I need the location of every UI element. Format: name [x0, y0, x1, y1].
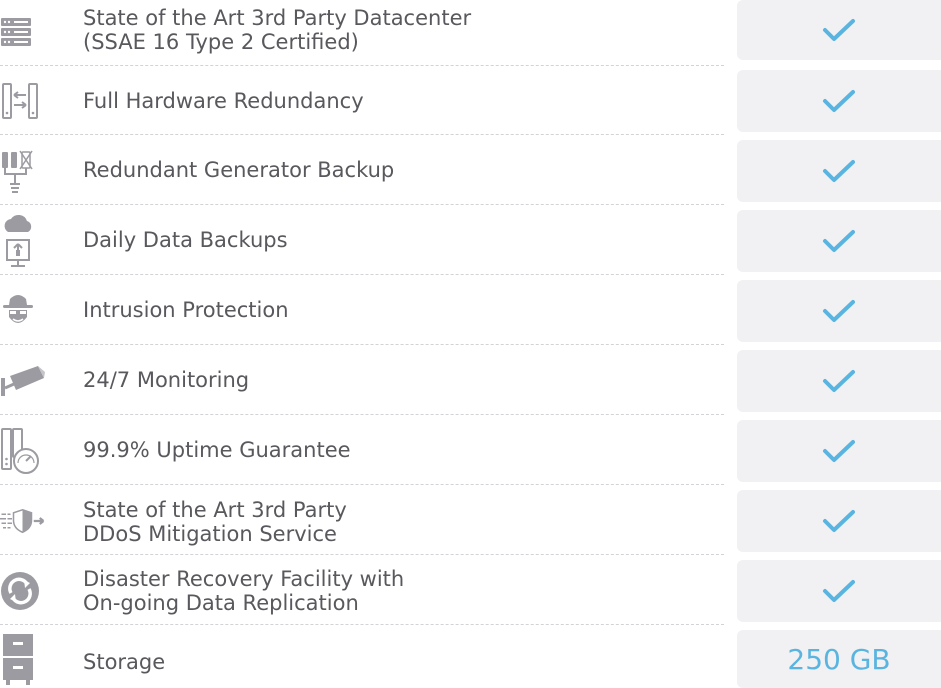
row-divider: [0, 414, 724, 415]
feature-row: 99.9% Uptime Guarantee: [0, 420, 941, 485]
feature-label: Redundant Generator Backup: [83, 146, 713, 194]
recovery-sync-icon: [0, 568, 48, 614]
value-cell: 250 GB: [737, 630, 941, 688]
row-divider: [0, 134, 724, 135]
feature-label-line1: State of the Art 3rd Party Datacenter: [83, 6, 472, 30]
feature-label: Storage: [83, 636, 713, 688]
security-camera-icon: [0, 361, 48, 401]
feature-label-line1: Full Hardware Redundancy: [83, 89, 364, 113]
feature-row: 24/7 Monitoring: [0, 350, 941, 415]
row-divider: [0, 274, 724, 275]
checkmark-icon: [822, 17, 856, 43]
feature-label-line1: Redundant Generator Backup: [83, 158, 395, 182]
checkmark-icon: [822, 298, 856, 324]
checkmark-icon: [822, 368, 856, 394]
feature-row: State of the Art 3rd Party Datacenter (S…: [0, 0, 941, 66]
value-cell: [737, 210, 941, 272]
checkmark-icon: [822, 438, 856, 464]
feature-label: Disaster Recovery Facility with On-going…: [83, 565, 713, 617]
feature-label: Full Hardware Redundancy: [83, 77, 713, 125]
cloud-upload-icon: [0, 210, 48, 272]
feature-label: Intrusion Protection: [83, 286, 713, 334]
feature-label-line1: State of the Art 3rd Party: [83, 498, 347, 522]
feature-row: Storage 250 GB: [0, 630, 941, 688]
feature-row: State of the Art 3rd Party DDoS Mitigati…: [0, 490, 941, 555]
feature-label: 99.9% Uptime Guarantee: [83, 426, 713, 474]
checkmark-icon: [822, 508, 856, 534]
feature-label-line1: 24/7 Monitoring: [83, 368, 250, 392]
feature-list: State of the Art 3rd Party Datacenter (S…: [0, 0, 941, 688]
feature-label: State of the Art 3rd Party Datacenter (S…: [83, 4, 713, 56]
row-divider: [0, 484, 724, 485]
feature-label: Daily Data Backups: [83, 216, 713, 264]
value-cell: [737, 0, 941, 60]
generator-icon: [0, 150, 48, 194]
value-cell: [737, 420, 941, 482]
checkmark-icon: [822, 158, 856, 184]
ddos-shield-icon: [0, 501, 48, 541]
row-divider: [0, 554, 724, 555]
checkmark-icon: [822, 88, 856, 114]
redundant-servers-icon: [0, 81, 48, 121]
uptime-gauge-icon: [0, 426, 48, 476]
feature-row: Disaster Recovery Facility with On-going…: [0, 560, 941, 625]
feature-label-line1: Storage: [83, 650, 166, 674]
feature-label-line1: Daily Data Backups: [83, 228, 288, 252]
storage-cabinet-icon: [0, 632, 48, 686]
checkmark-icon: [822, 228, 856, 254]
feature-label-line1: Disaster Recovery Facility with: [83, 567, 405, 591]
value-cell: [737, 70, 941, 132]
feature-label: 24/7 Monitoring: [83, 356, 713, 404]
feature-label-line1: 99.9% Uptime Guarantee: [83, 438, 351, 462]
feature-label-line2: (SSAE 16 Type 2 Certified): [83, 30, 359, 54]
value-cell: [737, 280, 941, 342]
feature-row: Daily Data Backups: [0, 210, 941, 275]
feature-label-line2: DDoS Mitigation Service: [83, 522, 337, 546]
intruder-icon: [0, 291, 48, 331]
feature-row: Redundant Generator Backup: [0, 140, 941, 205]
feature-row: Intrusion Protection: [0, 280, 941, 345]
server-rack-icon: [0, 12, 48, 52]
feature-label-line2: On-going Data Replication: [83, 591, 359, 615]
value-cell: [737, 490, 941, 552]
feature-label-line1: Intrusion Protection: [83, 298, 289, 322]
feature-label: State of the Art 3rd Party DDoS Mitigati…: [83, 496, 713, 548]
row-divider: [0, 65, 724, 66]
storage-value: 250 GB: [787, 642, 891, 676]
row-divider: [0, 204, 724, 205]
row-divider: [0, 624, 724, 625]
checkmark-icon: [822, 578, 856, 604]
feature-row: Full Hardware Redundancy: [0, 70, 941, 135]
row-divider: [0, 344, 724, 345]
value-cell: [737, 140, 941, 202]
value-cell: [737, 350, 941, 412]
value-cell: [737, 560, 941, 622]
